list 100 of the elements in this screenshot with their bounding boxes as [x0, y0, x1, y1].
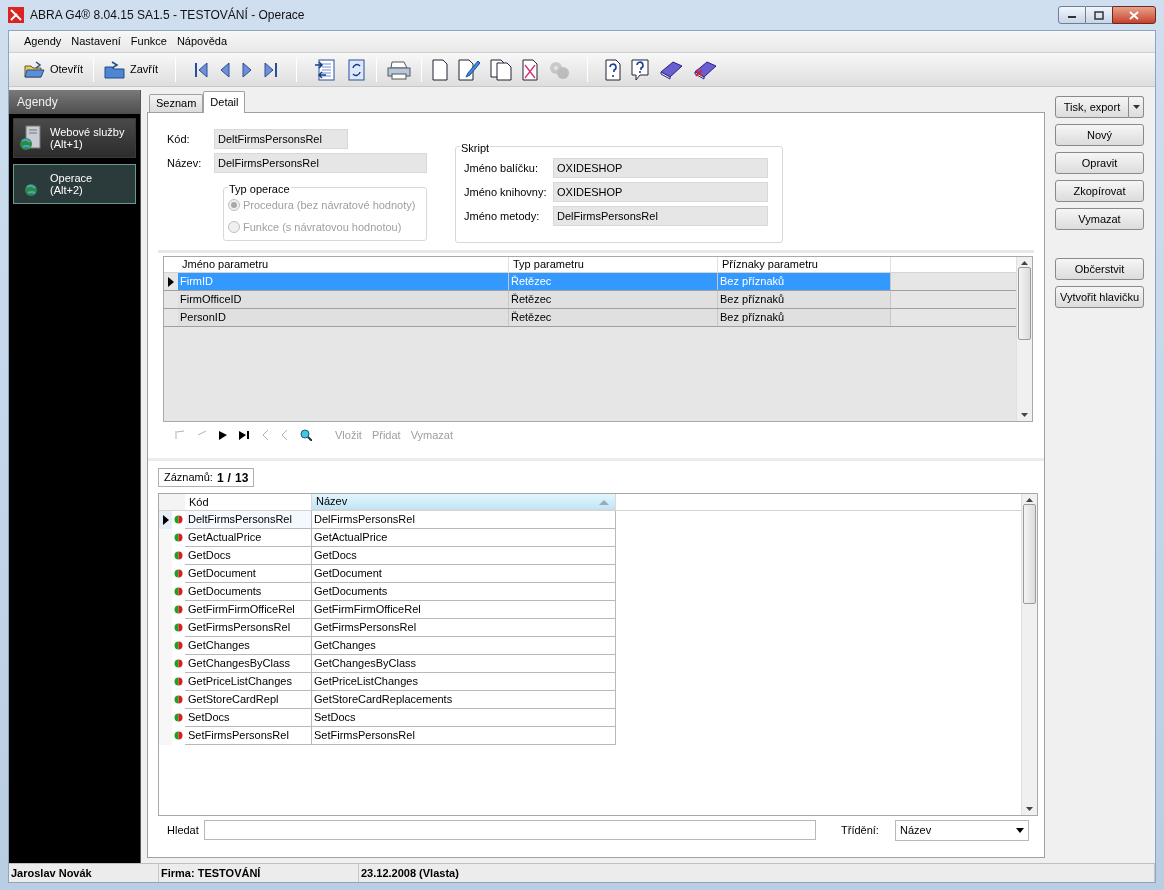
- close-window-button[interactable]: [1112, 6, 1156, 24]
- record-counter: Záznamů: 1 / 13: [158, 468, 255, 487]
- open-button[interactable]: Otevřít: [21, 55, 86, 84]
- status-icon: [174, 695, 183, 704]
- table-cell: GetDocument: [312, 565, 616, 583]
- table-row[interactable]: GetDocuments GetDocuments: [159, 583, 1021, 601]
- close-button[interactable]: Zavřít: [101, 55, 162, 84]
- text-field[interactable]: DelFirmsPersonsRel: [553, 206, 768, 226]
- table-cell: Bez příznaků: [718, 291, 891, 308]
- action-button[interactable]: Nový: [1055, 124, 1144, 146]
- text-field[interactable]: DeltFirmsPersonsRel: [214, 129, 348, 149]
- table-cell: Řetězec: [509, 273, 718, 290]
- sort-ascending-icon: [599, 498, 609, 505]
- field-label: Jméno metody:: [464, 208, 541, 224]
- text-field[interactable]: DelFirmsPersonsRel: [214, 153, 427, 173]
- window-title: ABRA G4® 8.04.15 SA1.5 - TESTOVÁNÍ - Operace: [30, 6, 305, 24]
- text-field[interactable]: OXIDESHOP: [553, 158, 768, 178]
- first-icon: [175, 430, 185, 440]
- help-bubble-icon: [631, 58, 650, 81]
- document-refresh-icon: [346, 58, 367, 81]
- menu-item[interactable]: Nápověda: [175, 33, 229, 50]
- status-icon: [174, 641, 183, 650]
- menu-item[interactable]: Agendy: [23, 33, 63, 50]
- table-cell: GetDocs: [312, 547, 616, 565]
- action-button[interactable]: Zkopírovat: [1055, 180, 1144, 202]
- text-field[interactable]: OXIDESHOP: [553, 182, 768, 202]
- document-icon: [432, 58, 449, 81]
- table-cell: GetDocuments: [312, 583, 616, 601]
- action-button[interactable]: Opravit: [1055, 152, 1144, 174]
- last-icon: [239, 430, 250, 440]
- status-text: 23.12.2008 (Vlasta): [361, 865, 459, 881]
- column-header[interactable]: Typ parametru: [509, 257, 718, 272]
- sort-dropdown[interactable]: Název: [895, 819, 1029, 841]
- status-text: Firma: TESTOVÁNÍ: [161, 865, 261, 881]
- sidebar-item-shortcut: (Alt+2): [50, 184, 84, 196]
- menu-item[interactable]: Nastavení: [70, 33, 122, 50]
- tab[interactable]: Seznam: [149, 94, 204, 112]
- table-row[interactable]: SetFirmsPersonsRel SetFirmsPersonsRel: [159, 727, 1021, 745]
- table-row[interactable]: GetDocs GetDocs: [159, 547, 1021, 565]
- maximize-button[interactable]: [1086, 6, 1112, 24]
- table-cell: DeltFirmsPersonsRel: [185, 511, 312, 529]
- delete-document-icon: [522, 58, 539, 81]
- status-icon: [174, 533, 183, 542]
- column-header[interactable]: Příznaky parametru: [718, 257, 891, 272]
- minimize-button[interactable]: [1058, 6, 1086, 24]
- table-cell: SetDocs: [185, 709, 312, 727]
- table-cell: GetChanges: [312, 637, 616, 655]
- dropdown-arrow-icon: [1016, 827, 1024, 833]
- scrollbar[interactable]: [1016, 257, 1032, 421]
- status-icon: [174, 551, 183, 560]
- maximize-icon: [1094, 10, 1104, 20]
- table-row[interactable]: GetPriceListChanges GetPriceListChanges: [159, 673, 1021, 691]
- edit-document-icon: [458, 58, 481, 81]
- status-icon: [174, 605, 183, 614]
- table-row[interactable]: GetStoreCardRepl GetStoreCardReplacements: [159, 691, 1021, 709]
- status-icon: [174, 515, 183, 524]
- field-label: Jméno knihovny:: [464, 184, 548, 200]
- table-row[interactable]: GetChanges GetChanges: [159, 637, 1021, 655]
- action-button[interactable]: Vytvořit hlavičku: [1055, 286, 1144, 308]
- next-record-icon: [241, 60, 254, 79]
- copy-documents-icon: [490, 58, 513, 81]
- table-row[interactable]: GetFirmFirmOfficeRel GetFirmFirmOfficeRel: [159, 601, 1021, 619]
- table-row[interactable]: SetDocs SetDocs: [159, 709, 1021, 727]
- dropdown-button[interactable]: [1129, 96, 1144, 118]
- table-row[interactable]: PersonID Řetězec Bez příznaků: [164, 309, 1016, 327]
- table-row[interactable]: GetChangesByClass GetChangesByClass: [159, 655, 1021, 673]
- document-arrows-icon: [314, 58, 337, 81]
- sidebar-item[interactable]: Webové služby (Alt+1): [13, 118, 136, 158]
- table-row[interactable]: FirmOfficeID Řetězec Bez příznaků: [164, 291, 1016, 309]
- table-cell: GetFirmsPersonsRel: [312, 619, 616, 637]
- status-text: Jaroslav Novák: [11, 865, 92, 881]
- table-cell: DelFirmsPersonsRel: [312, 511, 616, 529]
- sidebar-item-label: Webové služby: [50, 126, 125, 138]
- table-cell: GetFirmFirmOfficeRel: [312, 601, 616, 619]
- table-row[interactable]: GetFirmsPersonsRel GetFirmsPersonsRel: [159, 619, 1021, 637]
- app-logo-icon: [8, 7, 24, 23]
- table-cell: FirmID: [178, 273, 509, 290]
- scrollbar[interactable]: [1021, 494, 1037, 815]
- action-button[interactable]: Občerstvit: [1055, 258, 1144, 280]
- table-cell: Řetězec: [509, 309, 718, 326]
- undo-icon: [262, 429, 269, 441]
- search-button[interactable]: [299, 427, 313, 443]
- menu-item[interactable]: Funkce: [129, 33, 168, 50]
- closed-folder-icon: [104, 60, 126, 79]
- action-button[interactable]: Vymazat: [1055, 208, 1144, 230]
- table-row[interactable]: GetDocument GetDocument: [159, 565, 1021, 583]
- back-icon: [281, 429, 288, 441]
- table-row[interactable]: GetActualPrice GetActualPrice: [159, 529, 1021, 547]
- search-field[interactable]: [204, 820, 816, 840]
- table-cell: FirmOfficeID: [178, 291, 509, 308]
- table-cell: PersonID: [178, 309, 509, 326]
- tab[interactable]: Detail: [203, 91, 246, 113]
- server-globe-icon: [18, 124, 44, 152]
- sidebar-item[interactable]: Operace (Alt+2): [13, 164, 136, 204]
- print-export-button[interactable]: Tisk, export: [1055, 96, 1129, 118]
- status-icon: [174, 713, 183, 722]
- column-header[interactable]: Jméno parametru: [178, 257, 509, 272]
- previous-record-icon: [219, 60, 232, 79]
- table-row[interactable]: DeltFirmsPersonsRel DelFirmsPersonsRel: [159, 511, 1021, 529]
- column-header[interactable]: Název: [312, 494, 616, 510]
